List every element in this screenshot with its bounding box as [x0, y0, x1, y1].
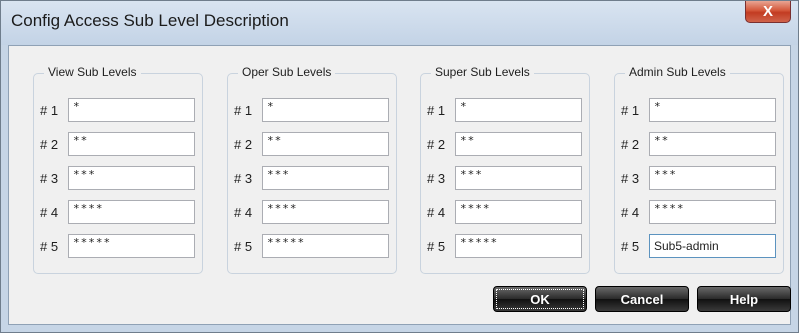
dialog-title: Config Access Sub Level Description [11, 11, 289, 30]
level-label: # 3 [621, 170, 640, 186]
oper-level-5-field[interactable]: ***** [262, 234, 389, 258]
help-button[interactable]: Help [697, 286, 791, 312]
ok-button[interactable]: OK [493, 286, 587, 312]
oper-level-3-field[interactable]: *** [262, 166, 389, 190]
level-row: # 4 **** [427, 200, 582, 224]
oper-level-4-field[interactable]: **** [262, 200, 389, 224]
level-row: # 3 *** [234, 166, 389, 190]
level-row: # 3 *** [621, 166, 776, 190]
admin-level-5-field[interactable]: Sub5-admin [649, 234, 776, 258]
view-level-2-field[interactable]: ** [68, 132, 195, 156]
super-level-2-field[interactable]: ** [455, 132, 582, 156]
oper-level-1-field[interactable]: * [262, 98, 389, 122]
level-label: # 1 [621, 102, 640, 118]
level-label: # 1 [234, 102, 253, 118]
level-label: # 4 [427, 204, 446, 220]
level-label: # 1 [427, 102, 446, 118]
level-row: # 4 **** [234, 200, 389, 224]
super-level-5-field[interactable]: ***** [455, 234, 582, 258]
level-label: # 4 [234, 204, 253, 220]
close-icon: X [762, 3, 773, 20]
level-row: # 1 * [40, 98, 195, 122]
level-row: # 5 ***** [40, 234, 195, 258]
group-view-sub-levels: View Sub Levels # 1 * # 2 ** # 3 *** # 4… [33, 65, 203, 274]
dialog-body: View Sub Levels # 1 * # 2 ** # 3 *** # 4… [8, 45, 791, 325]
level-label: # 4 [40, 204, 59, 220]
level-row: # 3 *** [40, 166, 195, 190]
group-title: View Sub Levels [44, 65, 141, 79]
super-level-1-field[interactable]: * [455, 98, 582, 122]
group-title: Oper Sub Levels [238, 65, 336, 79]
level-label: # 5 [621, 238, 640, 254]
level-label: # 2 [40, 136, 59, 152]
group-title: Admin Sub Levels [625, 65, 730, 79]
level-label: # 3 [40, 170, 59, 186]
group-oper-sub-levels: Oper Sub Levels # 1 * # 2 ** # 3 *** # 4… [227, 65, 397, 274]
view-level-3-field[interactable]: *** [68, 166, 195, 190]
dialog-window: Config Access Sub Level Description X Vi… [0, 0, 799, 333]
view-level-5-field[interactable]: ***** [68, 234, 195, 258]
super-level-3-field[interactable]: *** [455, 166, 582, 190]
level-row: # 4 **** [40, 200, 195, 224]
level-label: # 2 [234, 136, 253, 152]
admin-level-3-field[interactable]: *** [649, 166, 776, 190]
level-label: # 5 [234, 238, 253, 254]
level-row: # 2 ** [427, 132, 582, 156]
view-level-4-field[interactable]: **** [68, 200, 195, 224]
level-label: # 5 [40, 238, 59, 254]
view-level-1-field[interactable]: * [68, 98, 195, 122]
level-row: # 5 ***** [234, 234, 389, 258]
oper-level-2-field[interactable]: ** [262, 132, 389, 156]
level-row: # 2 ** [621, 132, 776, 156]
title-bar[interactable]: Config Access Sub Level Description X [1, 1, 798, 45]
cancel-button[interactable]: Cancel [595, 286, 689, 312]
group-title: Super Sub Levels [431, 65, 534, 79]
group-admin-sub-levels: Admin Sub Levels # 1 * # 2 ** # 3 *** # … [614, 65, 784, 274]
level-label: # 3 [234, 170, 253, 186]
level-row: # 2 ** [234, 132, 389, 156]
level-label: # 1 [40, 102, 59, 118]
admin-level-2-field[interactable]: ** [649, 132, 776, 156]
level-row: # 5 ***** [427, 234, 582, 258]
level-label: # 2 [427, 136, 446, 152]
level-row: # 1 * [234, 98, 389, 122]
level-row: # 4 **** [621, 200, 776, 224]
close-button[interactable]: X [745, 1, 791, 23]
level-row: # 3 *** [427, 166, 582, 190]
level-label: # 5 [427, 238, 446, 254]
level-row: # 2 ** [40, 132, 195, 156]
level-row: # 1 * [621, 98, 776, 122]
group-super-sub-levels: Super Sub Levels # 1 * # 2 ** # 3 *** # … [420, 65, 590, 274]
admin-level-4-field[interactable]: **** [649, 200, 776, 224]
super-level-4-field[interactable]: **** [455, 200, 582, 224]
level-label: # 2 [621, 136, 640, 152]
level-row: # 1 * [427, 98, 582, 122]
level-label: # 4 [621, 204, 640, 220]
admin-level-1-field[interactable]: * [649, 98, 776, 122]
level-row: # 5 Sub5-admin [621, 234, 776, 258]
level-label: # 3 [427, 170, 446, 186]
